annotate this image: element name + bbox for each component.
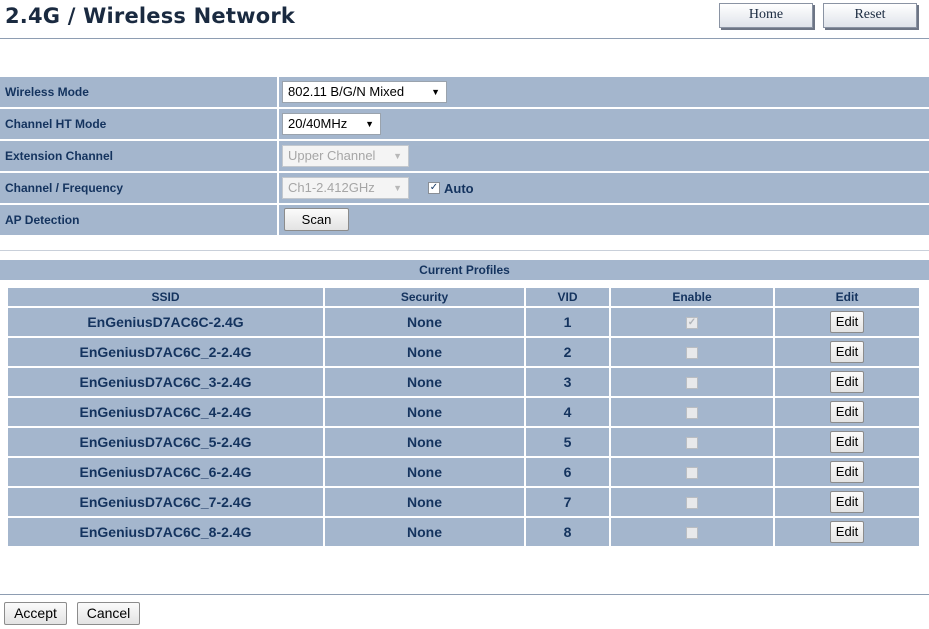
wireless-settings: Wireless Mode 802.11 B/G/N Mixed ▼ Chann…	[0, 76, 929, 236]
enable-checkbox[interactable]	[686, 497, 698, 510]
profile-ssid: EnGeniusD7AC6C_7-2.4G	[8, 488, 323, 516]
column-edit: Edit	[775, 288, 919, 306]
ap-detection-label: AP Detection	[0, 205, 277, 235]
chevron-down-icon: ▼	[431, 87, 440, 97]
page-title: 2.4G / Wireless Network	[5, 4, 296, 28]
home-button[interactable]: Home	[719, 3, 813, 28]
profile-security: None	[325, 368, 524, 396]
auto-label: Auto	[444, 181, 474, 196]
column-enable: Enable	[611, 288, 773, 306]
table-row: EnGeniusD7AC6C_2-2.4G None 2 Edit	[8, 338, 919, 366]
channel-frequency-value: Ch1-2.412GHz	[288, 180, 375, 195]
edit-button[interactable]: Edit	[830, 311, 864, 333]
enable-checkbox[interactable]	[686, 467, 698, 480]
enable-checkbox[interactable]: ✓	[686, 317, 698, 330]
profile-vid: 3	[526, 368, 609, 396]
column-vid: VID	[526, 288, 609, 306]
profile-security: None	[325, 458, 524, 486]
profile-ssid: EnGeniusD7AC6C_3-2.4G	[8, 368, 323, 396]
profile-security: None	[325, 518, 524, 546]
profile-security: None	[325, 398, 524, 426]
channel-ht-mode-label: Channel HT Mode	[0, 109, 277, 139]
channel-ht-mode-select[interactable]: 20/40MHz ▼	[282, 113, 381, 135]
profile-security: None	[325, 308, 524, 336]
channel-frequency-label: Channel / Frequency	[0, 173, 277, 203]
footer-divider	[0, 594, 929, 595]
current-profiles-header: Current Profiles	[0, 260, 929, 280]
wireless-mode-value: 802.11 B/G/N Mixed	[288, 84, 405, 99]
profile-ssid: EnGeniusD7AC6C_6-2.4G	[8, 458, 323, 486]
enable-checkbox[interactable]	[686, 377, 698, 390]
profile-vid: 5	[526, 428, 609, 456]
channel-ht-mode-value: 20/40MHz	[288, 116, 348, 131]
edit-button[interactable]: Edit	[830, 341, 864, 363]
ap-detection-row: AP Detection Scan	[0, 204, 929, 236]
edit-button[interactable]: Edit	[830, 431, 864, 453]
extension-channel-row: Extension Channel Upper Channel ▼	[0, 140, 929, 172]
table-row: EnGeniusD7AC6C_6-2.4G None 6 Edit	[8, 458, 919, 486]
wireless-mode-select[interactable]: 802.11 B/G/N Mixed ▼	[282, 81, 447, 103]
table-row: EnGeniusD7AC6C_5-2.4G None 5 Edit	[8, 428, 919, 456]
table-row: EnGeniusD7AC6C_8-2.4G None 8 Edit	[8, 518, 919, 546]
profile-vid: 1	[526, 308, 609, 336]
wireless-mode-row: Wireless Mode 802.11 B/G/N Mixed ▼	[0, 76, 929, 108]
accept-button[interactable]: Accept	[4, 602, 67, 625]
table-row: EnGeniusD7AC6C_7-2.4G None 7 Edit	[8, 488, 919, 516]
table-row: EnGeniusD7AC6C-2.4G None 1 ✓ Edit	[8, 308, 919, 336]
extension-channel-value: Upper Channel	[288, 148, 376, 163]
edit-button[interactable]: Edit	[830, 461, 864, 483]
edit-button[interactable]: Edit	[830, 401, 864, 423]
table-row: EnGeniusD7AC6C_3-2.4G None 3 Edit	[8, 368, 919, 396]
scan-button[interactable]: Scan	[284, 208, 349, 231]
edit-button[interactable]: Edit	[830, 491, 864, 513]
edit-button[interactable]: Edit	[830, 521, 864, 543]
extension-channel-label: Extension Channel	[0, 141, 277, 171]
profile-security: None	[325, 428, 524, 456]
wireless-mode-label: Wireless Mode	[0, 77, 277, 107]
profiles-header-row: SSID Security VID Enable Edit	[8, 288, 919, 306]
column-security: Security	[325, 288, 524, 306]
table-row: EnGeniusD7AC6C_4-2.4G None 4 Edit	[8, 398, 919, 426]
extension-channel-select[interactable]: Upper Channel ▼	[282, 145, 409, 167]
profiles-table: SSID Security VID Enable Edit EnGeniusD7…	[6, 286, 921, 548]
enable-checkbox[interactable]	[686, 527, 698, 540]
checkmark-icon: ✓	[429, 182, 439, 193]
channel-frequency-select[interactable]: Ch1-2.412GHz ▼	[282, 177, 409, 199]
profile-ssid: EnGeniusD7AC6C_2-2.4G	[8, 338, 323, 366]
profile-vid: 2	[526, 338, 609, 366]
channel-ht-mode-row: Channel HT Mode 20/40MHz ▼	[0, 108, 929, 140]
channel-frequency-row: Channel / Frequency Ch1-2.412GHz ▼ ✓ Aut…	[0, 172, 929, 204]
column-ssid: SSID	[8, 288, 323, 306]
header-divider	[0, 38, 929, 39]
chevron-down-icon: ▼	[365, 119, 374, 129]
profile-ssid: EnGeniusD7AC6C-2.4G	[8, 308, 323, 336]
profile-vid: 7	[526, 488, 609, 516]
chevron-down-icon: ▼	[393, 151, 402, 161]
profile-ssid: EnGeniusD7AC6C_8-2.4G	[8, 518, 323, 546]
profile-vid: 6	[526, 458, 609, 486]
profile-ssid: EnGeniusD7AC6C_4-2.4G	[8, 398, 323, 426]
checkmark-icon: ✓	[687, 317, 697, 329]
profile-security: None	[325, 488, 524, 516]
profile-security: None	[325, 338, 524, 366]
chevron-down-icon: ▼	[393, 183, 402, 193]
cancel-button[interactable]: Cancel	[77, 602, 140, 625]
edit-button[interactable]: Edit	[830, 371, 864, 393]
profile-vid: 8	[526, 518, 609, 546]
section-divider	[0, 250, 929, 251]
auto-checkbox[interactable]: ✓	[428, 182, 440, 194]
profile-ssid: EnGeniusD7AC6C_5-2.4G	[8, 428, 323, 456]
enable-checkbox[interactable]	[686, 407, 698, 420]
enable-checkbox[interactable]	[686, 437, 698, 450]
profile-vid: 4	[526, 398, 609, 426]
enable-checkbox[interactable]	[686, 347, 698, 360]
reset-button[interactable]: Reset	[823, 3, 917, 28]
